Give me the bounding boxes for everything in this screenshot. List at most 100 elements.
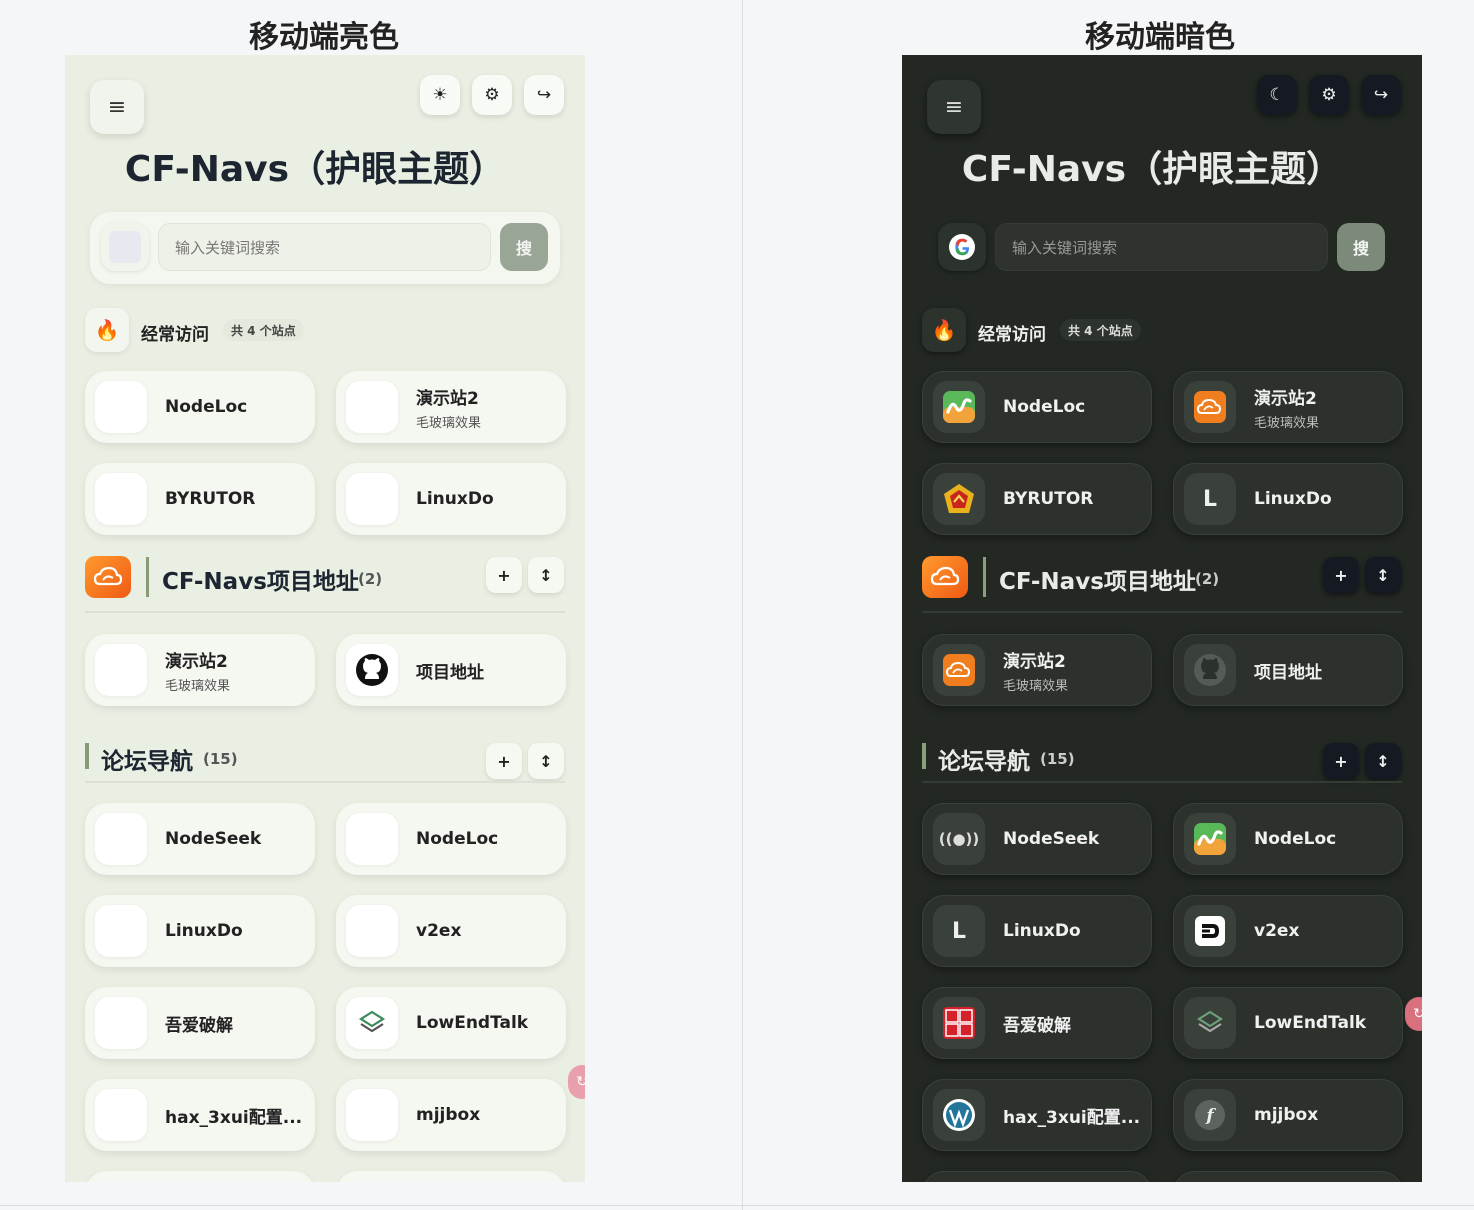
- moon-icon: ☾: [1269, 85, 1285, 105]
- site-name: 演示站2: [1003, 651, 1066, 672]
- site-card-nodeloc[interactable]: NodeLoc: [336, 803, 566, 875]
- site-card-lowendtalk[interactable]: LowEndTalk: [336, 987, 566, 1059]
- site-card-partial[interactable]: [336, 1171, 566, 1182]
- site-name: BYRUTOR: [1003, 489, 1094, 509]
- site-card-mjjbox[interactable]: mjjbox: [336, 1079, 566, 1151]
- site-card-mjjbox[interactable]: f mjjbox: [1173, 1079, 1403, 1151]
- site-card-linuxdo[interactable]: L LinuxDo: [922, 895, 1152, 967]
- search-engine-selector[interactable]: [938, 223, 986, 271]
- search-engine-icon: [109, 231, 141, 263]
- theme-toggle-button[interactable]: ☀: [420, 75, 460, 115]
- site-card-linuxdo[interactable]: LinuxDo: [85, 895, 315, 967]
- site-card-linuxdo[interactable]: LinuxDo: [336, 463, 566, 535]
- forum-section-title: 论坛导航: [938, 749, 1030, 775]
- settings-button[interactable]: ⚙: [472, 75, 512, 115]
- github-icon: [1184, 644, 1236, 696]
- add-site-button[interactable]: +: [1323, 743, 1359, 779]
- logout-button[interactable]: ↪: [524, 75, 564, 115]
- floating-action-button[interactable]: ↻: [568, 1065, 585, 1099]
- search-input[interactable]: 输入关键词搜索: [158, 223, 491, 271]
- project-section-count: (2): [1195, 570, 1220, 588]
- section-divider: [85, 611, 565, 613]
- site-card-linuxdo[interactable]: L LinuxDo: [1173, 463, 1403, 535]
- search-input[interactable]: 输入关键词搜索: [995, 223, 1328, 271]
- frequent-title: 经常访问: [978, 325, 1046, 345]
- site-card-partial[interactable]: [1173, 1171, 1403, 1182]
- site-card-byrutor[interactable]: BYRUTOR: [922, 463, 1152, 535]
- site-name: LinuxDo: [416, 489, 494, 509]
- search-engine-selector[interactable]: [101, 223, 149, 271]
- site-card-nodeseek[interactable]: NodeSeek: [85, 803, 315, 875]
- gear-icon: ⚙: [1321, 85, 1337, 105]
- site-card-v2ex[interactable]: v2ex: [336, 895, 566, 967]
- theme-toggle-button[interactable]: ☾: [1257, 75, 1297, 115]
- site-icon-placeholder: [95, 905, 147, 957]
- site-card-partial[interactable]: [922, 1171, 1152, 1182]
- site-card-lowendtalk[interactable]: LowEndTalk: [1173, 987, 1403, 1059]
- menu-button[interactable]: ≡: [90, 80, 144, 134]
- site-card-demo2[interactable]: 演示站2 毛玻璃效果: [336, 371, 566, 443]
- site-name: mjjbox: [416, 1105, 481, 1125]
- settings-button[interactable]: ⚙: [1309, 75, 1349, 115]
- site-name: NodeLoc: [165, 397, 248, 417]
- site-name: LowEndTalk: [1254, 1013, 1367, 1033]
- sort-button[interactable]: ↕: [1365, 557, 1401, 593]
- site-card-52pojie[interactable]: 吾爱破解: [85, 987, 315, 1059]
- sort-button[interactable]: ↕: [528, 557, 564, 593]
- section-accent-bar: [983, 557, 986, 597]
- section-divider: [85, 781, 565, 783]
- site-description: 毛玻璃效果: [165, 678, 231, 694]
- logout-button[interactable]: ↪: [1361, 75, 1401, 115]
- site-card-nodeloc[interactable]: NodeLoc: [1173, 803, 1403, 875]
- fire-icon: 🔥: [85, 308, 129, 352]
- site-card-nodeloc[interactable]: NodeLoc: [922, 371, 1152, 443]
- layers-icon: [1184, 997, 1236, 1049]
- search-button[interactable]: 搜: [1337, 223, 1385, 271]
- menu-button[interactable]: ≡: [927, 80, 981, 134]
- site-name: NodeLoc: [1254, 829, 1337, 849]
- add-site-button[interactable]: +: [486, 743, 522, 779]
- site-card-v2ex[interactable]: v2ex: [1173, 895, 1403, 967]
- section-accent-bar: [922, 743, 926, 769]
- site-card-byrutor[interactable]: BYRUTOR: [85, 463, 315, 535]
- site-card-hax[interactable]: hax_3xui配置...: [922, 1079, 1152, 1151]
- site-card-nodeseek[interactable]: ((●)) NodeSeek: [922, 803, 1152, 875]
- layers-icon: [346, 997, 398, 1049]
- app-title: CF-Navs（护眼主题）: [124, 149, 506, 190]
- section-divider: [922, 781, 1402, 783]
- cloud-logo-icon: [1184, 381, 1236, 433]
- frequent-count-badge: 共 4 个站点: [223, 319, 304, 341]
- site-card-52pojie[interactable]: 吾爱破解: [922, 987, 1152, 1059]
- cloud-logo-icon: [85, 556, 131, 598]
- hamburger-icon: ≡: [107, 94, 127, 120]
- site-name: BYRUTOR: [165, 489, 256, 509]
- project-section-title: CF-Navs项目地址: [999, 569, 1196, 595]
- site-card-demo2[interactable]: 演示站2 毛玻璃效果: [922, 634, 1152, 706]
- site-name: 演示站2: [165, 651, 228, 672]
- sort-button[interactable]: ↕: [528, 743, 564, 779]
- site-card-partial[interactable]: [85, 1171, 315, 1182]
- add-site-button[interactable]: +: [1323, 557, 1359, 593]
- site-icon-placeholder: [95, 1089, 147, 1141]
- column-divider: [742, 0, 743, 1210]
- site-card-demo2[interactable]: 演示站2 毛玻璃效果: [1173, 371, 1403, 443]
- site-card-project[interactable]: 项目地址: [1173, 634, 1403, 706]
- add-site-button[interactable]: +: [486, 557, 522, 593]
- site-name: NodeSeek: [165, 829, 262, 849]
- site-icon-placeholder: [95, 644, 147, 696]
- site-card-project[interactable]: 项目地址: [336, 634, 566, 706]
- site-icon-placeholder: [346, 473, 398, 525]
- project-section-title: CF-Navs项目地址: [162, 569, 359, 595]
- floating-action-button[interactable]: ↻: [1405, 997, 1422, 1031]
- sort-button[interactable]: ↕: [1365, 743, 1401, 779]
- site-name: NodeSeek: [1003, 829, 1100, 849]
- search-button[interactable]: 搜: [500, 223, 548, 271]
- site-card-hax[interactable]: hax_3xui配置...: [85, 1079, 315, 1151]
- site-card-nodeloc[interactable]: NodeLoc: [85, 371, 315, 443]
- site-icon-placeholder: [346, 905, 398, 957]
- 52pojie-icon: [933, 997, 985, 1049]
- nodeloc-icon: [933, 381, 985, 433]
- site-card-demo2[interactable]: 演示站2 毛玻璃效果: [85, 634, 315, 706]
- site-name: NodeLoc: [1003, 397, 1086, 417]
- site-name: LinuxDo: [1254, 489, 1332, 509]
